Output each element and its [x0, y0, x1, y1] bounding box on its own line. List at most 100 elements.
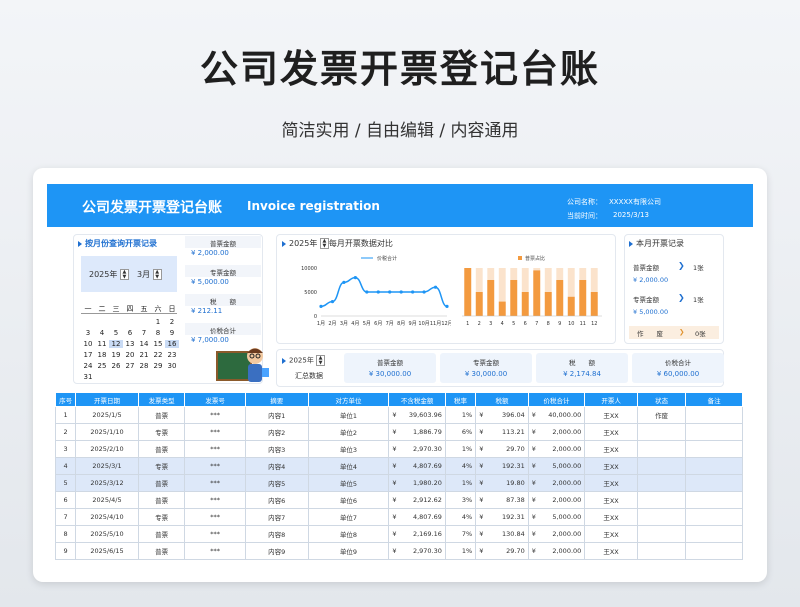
- calendar-day[interactable]: 7: [137, 329, 151, 337]
- calendar-day[interactable]: 20: [123, 351, 137, 359]
- table-cell: ***: [184, 457, 246, 475]
- data-point: [445, 304, 449, 308]
- table-row[interactable]: 5 2025/3/12 普票 *** 内容5 单位5 ¥1,980.20 1% ¥19.80 ¥2…: [54, 474, 743, 492]
- table-row[interactable]: 1 2025/1/5 普票 *** 内容1 单位1 ¥39,603.96 1% ¥396.04 ¥…: [54, 406, 743, 424]
- calendar-day[interactable]: 31: [81, 373, 95, 381]
- calendar-day[interactable]: 19: [109, 351, 123, 359]
- table-row[interactable]: 3 2025/2/10 普票 *** 内容3 单位3 ¥2,970.30 1% ¥29.70 ¥2…: [54, 440, 743, 458]
- summary-box: 专票金额 ¥ 30,000.00: [440, 353, 532, 383]
- table-header-cell: 税额: [475, 392, 529, 407]
- table-row[interactable]: 9 2025/6/15 普票 *** 内容9 单位9 ¥2,970.30 1% ¥29.70 ¥2…: [54, 542, 743, 560]
- series-line: [320, 276, 448, 308]
- calendar-divider: [81, 313, 177, 314]
- x-tick-label: 7月: [386, 321, 394, 327]
- calendar-day[interactable]: 2: [165, 318, 179, 326]
- calendar-day[interactable]: 30: [165, 362, 179, 370]
- summary-box-value: ¥ 30,000.00: [464, 370, 508, 378]
- calendar-day[interactable]: 22: [151, 351, 165, 359]
- table-cell: 2025/1/10: [75, 423, 139, 441]
- table-cell: 王XX: [584, 508, 638, 526]
- table-cell: ¥2,000.00: [527, 525, 586, 543]
- table-row[interactable]: 8 2025/5/10 普票 *** 内容8 单位8 ¥2,169.16 7% ¥130.84 ¥…: [54, 525, 743, 543]
- calendar-day[interactable]: 18: [95, 351, 109, 359]
- calendar-day[interactable]: 27: [123, 362, 137, 370]
- calendar-day[interactable]: 23: [165, 351, 179, 359]
- table-cell: 单位2: [307, 423, 390, 441]
- current-month-value: ¥ 2,000.00: [633, 276, 669, 284]
- bar: [521, 292, 529, 316]
- table-cell: 7: [54, 508, 77, 526]
- calendar-day[interactable]: 10: [81, 340, 95, 348]
- table-cell: 4%: [444, 508, 477, 526]
- table-header-cell: 对方单位: [307, 392, 390, 407]
- calendar-day[interactable]: 4: [95, 329, 109, 337]
- bar: [567, 296, 575, 316]
- year-spinner[interactable]: ▲ ▼: [119, 269, 129, 280]
- table-cell: 专票: [137, 457, 186, 475]
- x-tick-label: 11月: [430, 321, 441, 327]
- calendar-day[interactable]: 29: [151, 362, 165, 370]
- calendar-day[interactable]: 11: [95, 340, 109, 348]
- table-cell: 2025/3/12: [75, 474, 139, 492]
- table-cell: 6%: [444, 423, 477, 441]
- table-row[interactable]: 6 2025/4/5 普票 *** 内容6 单位6 ¥2,912.62 3% ¥87.38 ¥2,…: [54, 491, 743, 509]
- x-tick-label: 12月: [441, 321, 451, 327]
- table-cell: 内容5: [244, 474, 309, 492]
- x-tick-label: 10月: [418, 321, 429, 327]
- void-label: 作 废: [637, 330, 663, 338]
- table-cell: 普票: [137, 525, 186, 543]
- month-box-value: ¥ 212.11: [191, 307, 223, 315]
- table-row[interactable]: 4 2025/3/1 专票 *** 内容4 单位4 ¥4,807.69 4% ¥192.31 ¥5…: [54, 457, 743, 475]
- bar: [544, 292, 552, 316]
- calendar-day[interactable]: 9: [165, 329, 179, 337]
- x-tick-label: 4: [501, 321, 504, 327]
- table-header-cell: 开票日期: [75, 392, 139, 407]
- void-row: 作 废 ❯ 0张: [629, 326, 719, 339]
- calendar-day[interactable]: 5: [109, 329, 123, 337]
- bar: [498, 301, 506, 316]
- calendar-day[interactable]: 12: [109, 340, 123, 348]
- table-row[interactable]: 2 2025/1/10 专票 *** 内容2 单位2 ¥1,886.79 6% ¥113.21 ¥…: [54, 423, 743, 441]
- calendar-day[interactable]: 8: [151, 329, 165, 337]
- calendar-day[interactable]: 13: [123, 340, 137, 348]
- calendar-day[interactable]: 14: [137, 340, 151, 348]
- table-cell: 内容6: [244, 491, 309, 509]
- table-cell: 4%: [444, 457, 477, 475]
- summary-box-label: 税 额: [569, 359, 595, 367]
- legend-label: 价税合计: [377, 255, 397, 262]
- summary-box-label: 普票金额: [377, 359, 403, 367]
- calendar-day[interactable]: 15: [151, 340, 165, 348]
- x-tick-label: 5月: [363, 321, 371, 327]
- table-row[interactable]: 7 2025/4/10 专票 *** 内容7 单位7 ¥4,807.69 4% ¥192.31 ¥…: [54, 508, 743, 526]
- calendar-day[interactable]: 21: [137, 351, 151, 359]
- table-cell: 单位4: [307, 457, 390, 475]
- x-tick-label: 2月: [328, 321, 336, 327]
- table-header-cell: 价税合计: [527, 392, 586, 407]
- calendar-day[interactable]: 17: [81, 351, 95, 359]
- table-cell: ¥192.31: [475, 508, 529, 526]
- calendar-day[interactable]: 24: [81, 362, 95, 370]
- summary-year-spinner[interactable]: ▲ ▼: [316, 355, 326, 366]
- chart-title: 每月开票数据对比: [328, 239, 393, 248]
- calendar-day[interactable]: 25: [95, 362, 109, 370]
- month-spinner[interactable]: ▲ ▼: [152, 269, 162, 280]
- bar: [464, 268, 472, 316]
- table-cell: 3: [54, 440, 77, 458]
- calendar-day[interactable]: 3: [81, 329, 95, 337]
- table-cell: 4: [54, 457, 77, 475]
- calendar-day[interactable]: 6: [123, 329, 137, 337]
- calendar-day[interactable]: 16: [165, 340, 179, 348]
- currency-symbol: ¥: [531, 530, 536, 538]
- table-cell: ¥113.21: [475, 423, 529, 441]
- calendar-day[interactable]: 1: [151, 318, 165, 326]
- table-cell: 1%: [444, 542, 477, 560]
- bar: [533, 270, 541, 316]
- currency-symbol: ¥: [531, 445, 536, 453]
- calendar-day[interactable]: 26: [109, 362, 123, 370]
- currency-symbol: ¥: [531, 496, 536, 504]
- chevron-right-icon: ❯: [678, 293, 685, 302]
- chart-year-spinner[interactable]: ▲ ▼: [319, 238, 329, 249]
- x-tick-label: 5: [512, 321, 515, 327]
- table-cell: ¥4,807.69: [388, 457, 446, 475]
- calendar-day[interactable]: 28: [137, 362, 151, 370]
